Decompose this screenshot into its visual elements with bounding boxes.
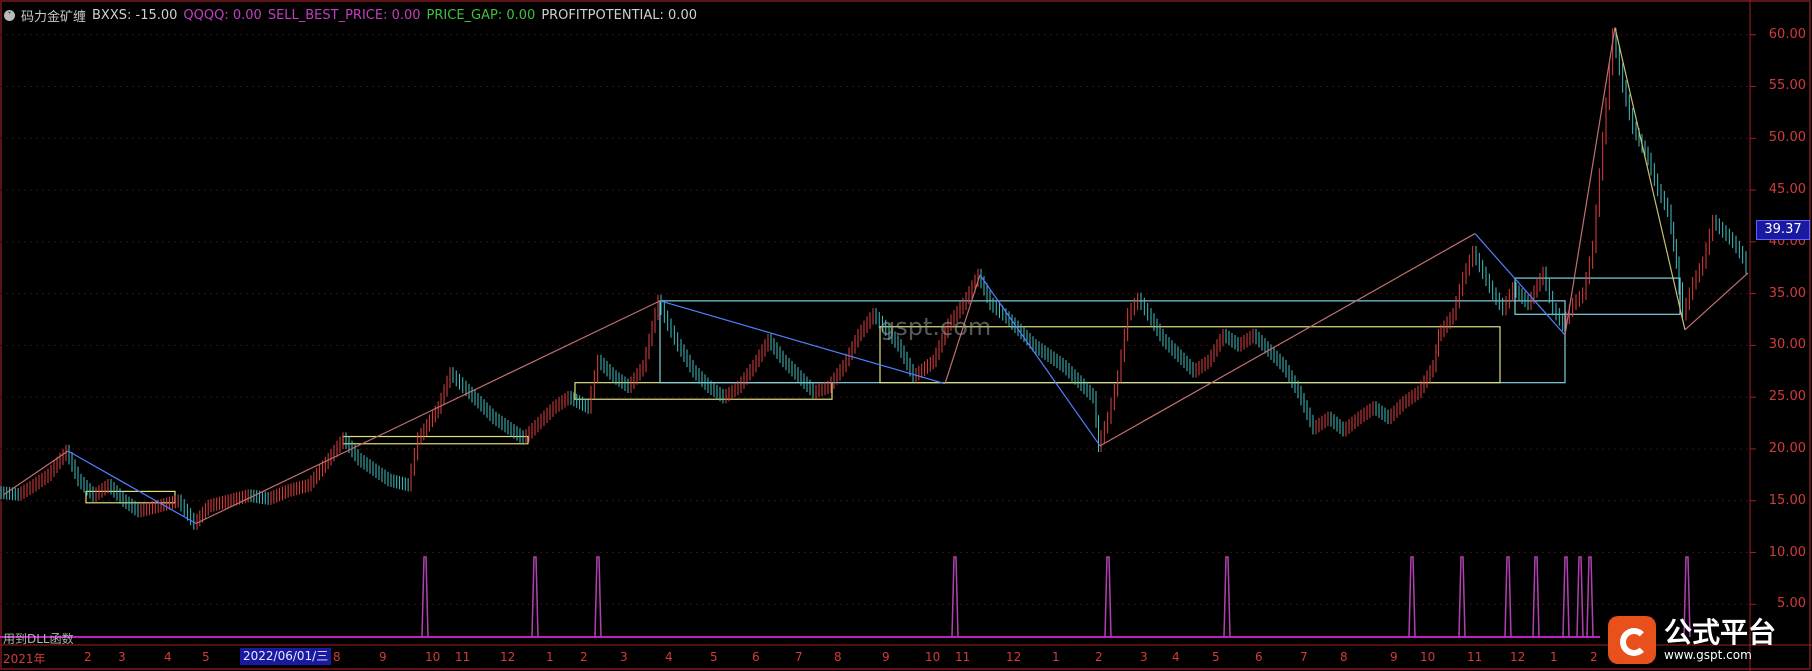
signal-spike-4 xyxy=(1104,556,1112,638)
x-tick-label: 11 xyxy=(455,650,471,664)
x-tick-label: 12 xyxy=(1006,650,1022,664)
x-tick-label: 11 xyxy=(955,650,971,664)
site-logo: 公式平台 www.gspt.com xyxy=(1608,612,1776,668)
x-tick-label: 8 xyxy=(1340,650,1348,664)
y-tick-label: 15.00 xyxy=(1768,492,1806,508)
x-tick-label: 3 xyxy=(1140,650,1148,664)
x-tick-label: 8 xyxy=(333,650,341,664)
x-tick-label: 5 xyxy=(1212,650,1220,664)
signal-spike-11 xyxy=(1576,556,1584,638)
x-tick-label: 10 xyxy=(425,650,441,664)
signal-spike-10 xyxy=(1562,556,1570,638)
x-tick-label: 12 xyxy=(1510,650,1526,664)
signal-spike-7 xyxy=(1458,556,1466,638)
x-tick-label: 7 xyxy=(1300,650,1308,664)
logo-icon xyxy=(1608,616,1656,664)
x-tick-label: 8 xyxy=(834,650,842,664)
trend-line-10 xyxy=(1684,272,1749,331)
y-tick-label: 35.00 xyxy=(1768,285,1806,301)
x-tick-label: 2 xyxy=(1095,650,1103,664)
x-tick-label: 9 xyxy=(1390,650,1398,664)
x-tick-label: 3 xyxy=(118,650,126,664)
x-tick-label: 10 xyxy=(925,650,941,664)
dll-note: 用到DLL函数 xyxy=(3,632,74,646)
zone-box-3 xyxy=(659,300,1566,384)
x-tick-label: 5 xyxy=(710,650,718,664)
y-tick-label: 30.00 xyxy=(1768,337,1806,353)
trend-line-6 xyxy=(1099,233,1476,447)
signal-spike-12 xyxy=(1586,556,1594,638)
signal-spike-6 xyxy=(1408,556,1416,638)
y-tick-label: 45.00 xyxy=(1768,182,1806,198)
x-tick-label: 4 xyxy=(665,650,673,664)
x-tick-label: 10 xyxy=(1420,650,1436,664)
indicator-header: ˅ 码力金矿缠 BXXS: -15.00 QQQQ: 0.00 SELL_BES… xyxy=(4,6,703,25)
trend-line-9 xyxy=(1614,27,1686,330)
x-tick-label: 9 xyxy=(379,650,387,664)
field-profit-potential: PROFITPOTENTIAL: 0.00 xyxy=(541,7,697,23)
signal-spike-8 xyxy=(1504,556,1512,638)
y-tick-label: 20.00 xyxy=(1768,440,1806,456)
indicator-name: 码力金矿缠 xyxy=(21,9,87,25)
y-tick-label: 10.00 xyxy=(1768,544,1806,560)
y-tick-label: 50.00 xyxy=(1768,130,1806,146)
x-tick-label: 11 xyxy=(1467,650,1483,664)
x-tick-label: 3 xyxy=(620,650,628,664)
x-tick-label: 1 xyxy=(1052,650,1060,664)
x-tick-label: 2 xyxy=(1590,650,1598,664)
x-tick-label: 2 xyxy=(580,650,588,664)
y-tick-label: 60.00 xyxy=(1768,26,1806,42)
trend-line-7 xyxy=(1474,233,1566,336)
current-price-tag: 39.37 xyxy=(1756,220,1810,240)
x-tick-label: 6 xyxy=(1255,650,1263,664)
y-tick-label: 25.00 xyxy=(1768,389,1806,405)
x-tick-label: 1 xyxy=(1550,650,1558,664)
field-sell-best-price: SELL_BEST_PRICE: 0.00 xyxy=(267,7,421,23)
collapse-icon[interactable]: ˅ xyxy=(4,9,15,21)
x-tick-label: 7 xyxy=(795,650,803,664)
x-tick-label: 2 xyxy=(84,650,92,664)
logo-name: 公式平台 xyxy=(1664,616,1777,649)
y-tick-label: 55.00 xyxy=(1768,78,1806,94)
signal-spike-3 xyxy=(951,556,959,638)
watermark: gspt.com xyxy=(880,313,992,341)
field-bxxs: BXXS: -15.00 xyxy=(92,7,178,23)
trend-line-8 xyxy=(1564,27,1616,336)
signal-spike-9 xyxy=(1532,556,1540,638)
x-tick-label: 12 xyxy=(500,650,516,664)
signal-spike-1 xyxy=(531,556,539,638)
x-tick-label: 4 xyxy=(164,650,172,664)
x-tick-label: 9 xyxy=(882,650,890,664)
x-tick-label: 2021年 xyxy=(3,652,46,666)
signal-spike-0 xyxy=(421,556,429,638)
field-price-gap: PRICE_GAP: 0.00 xyxy=(426,7,536,23)
trend-line-2 xyxy=(195,300,661,525)
field-qqqq: QQQQ: 0.00 xyxy=(183,7,262,23)
signal-spike-5 xyxy=(1223,556,1231,638)
logo-url: www.gspt.com xyxy=(1664,648,1752,662)
x-tick-label: 4 xyxy=(1172,650,1180,664)
signal-spike-2 xyxy=(594,556,602,638)
date-cursor[interactable]: 2022/06/01/三 xyxy=(240,648,332,665)
x-tick-label: 1 xyxy=(546,650,554,664)
x-tick-label: 6 xyxy=(752,650,760,664)
x-tick-label: 5 xyxy=(202,650,210,664)
y-tick-label: 5.00 xyxy=(1777,596,1806,612)
